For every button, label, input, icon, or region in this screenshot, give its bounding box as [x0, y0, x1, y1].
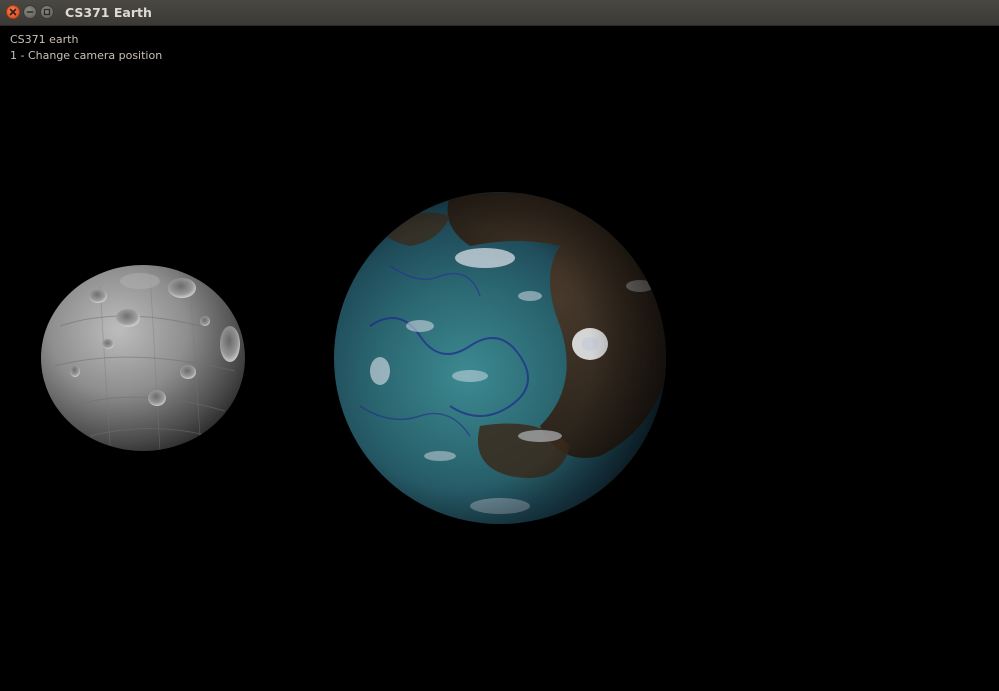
moon-sphere — [41, 265, 245, 451]
close-button[interactable] — [6, 5, 20, 19]
hud-overlay: CS371 earth 1 - Change camera position — [10, 32, 162, 64]
render-viewport[interactable]: CS371 earth 1 - Change camera position — [0, 26, 999, 691]
title-bar[interactable]: CS371 Earth — [0, 0, 999, 26]
hud-title: CS371 earth — [10, 33, 79, 46]
close-icon — [9, 8, 17, 16]
hud-instruction: 1 - Change camera position — [10, 49, 163, 62]
earth-sphere — [334, 192, 666, 524]
scene-canvas — [41, 192, 666, 524]
maximize-icon — [43, 8, 51, 16]
minimize-icon — [26, 11, 34, 13]
window-controls — [6, 5, 54, 21]
window-title: CS371 Earth — [65, 5, 152, 20]
minimize-button[interactable] — [23, 5, 37, 19]
maximize-button[interactable] — [40, 5, 54, 19]
application-window: CS371 Earth CS371 earth 1 - Change camer… — [0, 0, 999, 691]
